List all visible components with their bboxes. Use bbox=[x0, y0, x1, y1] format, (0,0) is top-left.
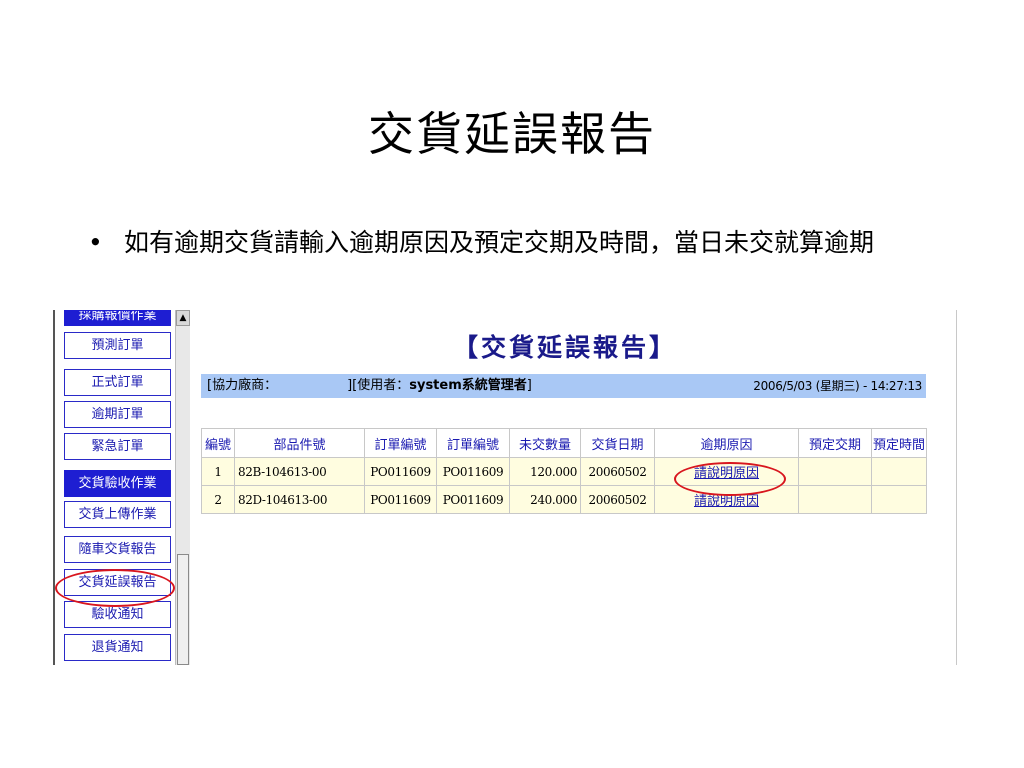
cell-delivery-date: 20060502 bbox=[580, 485, 655, 514]
sidebar-item-inspection-notice[interactable]: 驗收通知 bbox=[64, 601, 171, 628]
cell-overdue-reason: 請說明原因 bbox=[654, 485, 799, 514]
sidebar-item-forecast-order[interactable]: 預測訂單 bbox=[64, 332, 171, 359]
user-close: ] bbox=[526, 378, 532, 393]
vendor-label: [協力廠商： bbox=[207, 378, 278, 393]
cell-undelivered-qty: 240.000 bbox=[509, 485, 581, 514]
col-header-planned-date: 預定交期 bbox=[798, 428, 872, 458]
cell-part-no: 82B-104613-00 bbox=[234, 457, 365, 486]
user-label: [使用者： bbox=[352, 378, 410, 393]
sidebar-item-urgent-order[interactable]: 緊急訂單 bbox=[64, 433, 171, 460]
sidebar-item-overdue-order[interactable]: 逾期訂單 bbox=[64, 401, 171, 428]
cell-part-no: 82D-104613-00 bbox=[234, 485, 365, 514]
cell-planned-date[interactable] bbox=[798, 457, 872, 486]
slide-title: 交貨延誤報告 bbox=[368, 107, 656, 161]
cell-order-no-2: PO011609 bbox=[436, 457, 510, 486]
bullet-marker: • bbox=[88, 228, 103, 257]
explain-reason-link[interactable]: 請說明原因 bbox=[694, 466, 759, 481]
report-title: 【交貨延誤報告】 bbox=[453, 333, 678, 362]
cell-no: 1 bbox=[201, 457, 235, 486]
sidebar-item-formal-order[interactable]: 正式訂單 bbox=[64, 369, 171, 396]
bullet-text: 如有逾期交貨請輸入逾期原因及預定交期及時間，當日未交就算逾期 bbox=[124, 228, 875, 257]
sidebar-item-delivery-delay-report[interactable]: 交貨延誤報告 bbox=[64, 569, 171, 596]
cell-overdue-reason: 請說明原因 bbox=[654, 457, 799, 486]
col-header-order-no: 訂單編號 bbox=[364, 428, 437, 458]
cell-order-no-2: PO011609 bbox=[436, 485, 510, 514]
user-name: system系統管理者 bbox=[409, 378, 527, 393]
app-screenshot: 採購報價作業 預測訂單 正式訂單 逾期訂單 緊急訂單 交貨驗收作業 交貨上傳作業… bbox=[53, 310, 957, 665]
col-header-undelivered-qty: 未交數量 bbox=[509, 428, 581, 458]
table-header-row: 編號 部品件號 訂單編號 訂單編號 未交數量 交貨日期 逾期原因 預定交期 預定… bbox=[201, 428, 927, 458]
frame-border bbox=[53, 310, 55, 665]
col-header-part-no: 部品件號 bbox=[234, 428, 365, 458]
cell-delivery-date: 20060502 bbox=[580, 457, 655, 486]
col-header-delivery-date: 交貨日期 bbox=[580, 428, 655, 458]
scrollbar-thumb[interactable] bbox=[177, 554, 189, 665]
sidebar-item-vehicle-delivery-report[interactable]: 隨車交貨報告 bbox=[64, 536, 171, 563]
frame-border bbox=[956, 310, 957, 665]
sidebar-section-purchase-quote[interactable]: 採購報價作業 bbox=[64, 310, 171, 326]
sidebar-menu: 採購報價作業 預測訂單 正式訂單 逾期訂單 緊急訂單 交貨驗收作業 交貨上傳作業… bbox=[64, 310, 171, 665]
datetime: 2006/5/03 (星期三) - 14:27:13 bbox=[753, 379, 922, 393]
table-row: 1 82B-104613-00 PO011609 PO011609 120.00… bbox=[201, 457, 927, 486]
info-bar: [協力廠商：][使用者：system系統管理者] 2006/5/03 (星期三)… bbox=[201, 374, 926, 398]
col-header-no: 編號 bbox=[201, 428, 235, 458]
explain-reason-link[interactable]: 請說明原因 bbox=[694, 494, 759, 509]
table-row: 2 82D-104613-00 PO011609 PO011609 240.00… bbox=[201, 485, 927, 514]
delay-report-table: 編號 部品件號 訂單編號 訂單編號 未交數量 交貨日期 逾期原因 預定交期 預定… bbox=[201, 428, 927, 514]
scroll-up-arrow-icon[interactable]: ▲ bbox=[176, 310, 190, 326]
col-header-order-no-2: 訂單編號 bbox=[436, 428, 510, 458]
sidebar-scrollbar[interactable]: ▲ bbox=[175, 310, 190, 665]
bullet-point: • 如有逾期交貨請輸入逾期原因及預定交期及時間，當日未交就算逾期 bbox=[88, 228, 948, 258]
col-header-overdue-reason: 逾期原因 bbox=[654, 428, 799, 458]
cell-no: 2 bbox=[201, 485, 235, 514]
cell-order-no: PO011609 bbox=[364, 457, 437, 486]
info-left: [協力廠商：][使用者：system系統管理者] bbox=[207, 374, 532, 398]
cell-order-no: PO011609 bbox=[364, 485, 437, 514]
cell-planned-date[interactable] bbox=[798, 485, 872, 514]
sidebar-item-return-notice[interactable]: 退貨通知 bbox=[64, 634, 171, 661]
cell-planned-time[interactable] bbox=[871, 457, 927, 486]
cell-planned-time[interactable] bbox=[871, 485, 927, 514]
sidebar-item-delivery-upload[interactable]: 交貨上傳作業 bbox=[64, 501, 171, 528]
cell-undelivered-qty: 120.000 bbox=[509, 457, 581, 486]
col-header-planned-time: 預定時間 bbox=[871, 428, 927, 458]
sidebar-section-delivery-inspection[interactable]: 交貨驗收作業 bbox=[64, 470, 171, 497]
